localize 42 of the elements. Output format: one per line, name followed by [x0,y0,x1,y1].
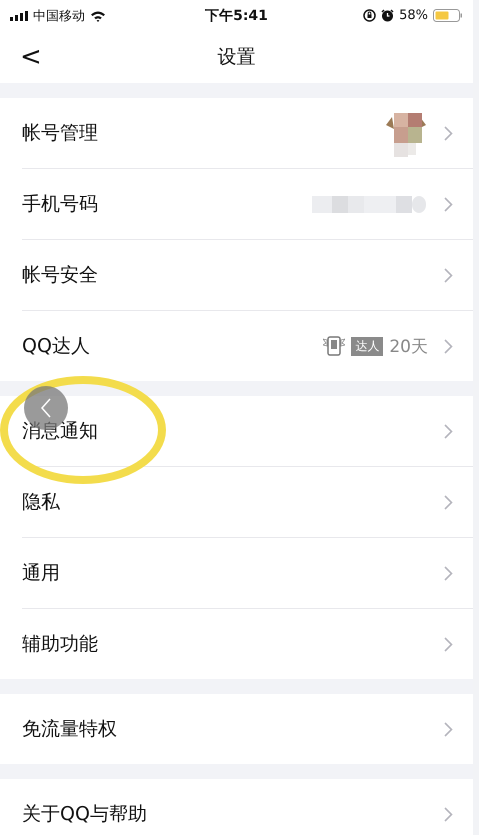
settings-row[interactable]: 关于QQ与帮助 [22,779,473,835]
settings-row[interactable]: 免流量特权 [22,694,473,764]
signal-icon [10,10,28,20]
row-label: 手机号码 [22,194,98,214]
settings-row[interactable]: 手机号码 [22,169,473,240]
status-time: 下午5:41 [205,6,268,24]
wifi-icon [90,10,106,22]
rotation-lock-icon [363,9,376,22]
phone-wings-icon [323,336,346,356]
chevron-icon [444,424,453,438]
battery-icon [432,9,463,22]
settings-row[interactable]: 帐号安全 [22,240,473,311]
chevron-icon [444,268,453,282]
chevron-icon [444,494,453,510]
alarm-icon [381,9,394,22]
settings-row[interactable]: 通用 [22,538,473,609]
carrier-name: 中国移动 [33,8,85,24]
settings-row[interactable]: 辅助功能 [22,609,473,679]
row-label: 免流量特权 [22,720,117,738]
row-label: 消息通知 [22,422,98,440]
chevron-icon [444,126,453,140]
row-label: 帐号管理 [22,124,98,142]
chevron-icon [444,338,453,354]
back-button[interactable]: < [0,42,60,72]
chevron-icon [444,722,453,736]
settings-row[interactable]: 隐私 [22,467,473,538]
chevron-icon [444,806,453,822]
row-label: 关于QQ与帮助 [22,804,147,824]
chevron-icon [444,196,453,212]
settings-row[interactable]: QQ达人 达人 20天 [22,311,473,381]
talent-badge: 达人 [351,336,384,356]
row-label: 帐号安全 [22,266,98,284]
settings-row[interactable]: 帐号管理 [22,98,473,169]
page-title: 设置 [218,45,256,70]
row-label: 通用 [22,564,60,582]
row-label: QQ达人 [22,336,90,356]
battery-percent: 58% [399,8,428,23]
chevron-icon [444,636,453,652]
days-value: 20天 [389,336,428,358]
chevron-icon [444,566,453,580]
row-label: 隐私 [22,492,60,512]
row-label: 辅助功能 [22,634,98,654]
